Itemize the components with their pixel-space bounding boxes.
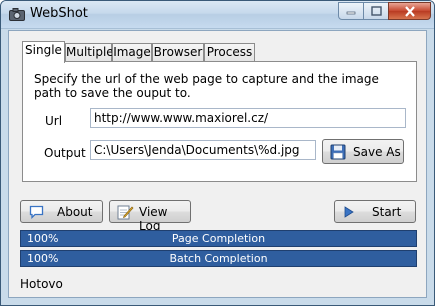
minimize-icon [346, 11, 356, 15]
close-button[interactable] [388, 2, 431, 20]
tab-label: Browser [153, 45, 203, 59]
play-icon [344, 206, 354, 218]
save-as-label: Save As [353, 145, 401, 159]
maximize-icon [370, 6, 382, 16]
camera-icon [9, 8, 25, 21]
app-window: WebShot Single Multiple Image Browser Pr… [0, 0, 435, 306]
tab-image[interactable]: Image [112, 43, 152, 62]
url-input[interactable]: http://www.www.maxiorel.cz/ [90, 108, 406, 128]
url-label: Url [45, 114, 63, 128]
output-label: Output [44, 146, 86, 160]
tab-single[interactable]: Single [22, 41, 65, 63]
tab-label: Single [25, 43, 62, 57]
start-label: Start [372, 205, 402, 219]
tab-browser[interactable]: Browser [152, 43, 204, 62]
tab-label: Process [206, 45, 253, 59]
batch-progress-caption: Batch Completion [169, 252, 268, 265]
about-label: About [57, 205, 93, 219]
output-path-input[interactable]: C:\Users\Jenda\Documents\%d.jpg [90, 140, 316, 160]
minimize-button[interactable] [338, 2, 364, 20]
view-log-button[interactable]: View Log [109, 200, 191, 233]
status-text: Hotovo [20, 277, 63, 291]
start-button[interactable]: Start [334, 200, 416, 223]
batch-completion-progress: 100% Batch Completion [20, 250, 417, 267]
page-completion-progress: 100% Page Completion [20, 230, 417, 247]
window-title: WebShot [30, 6, 88, 21]
maximize-button[interactable] [363, 2, 389, 20]
floppy-disk-icon [330, 144, 346, 160]
tab-label: Multiple [66, 45, 114, 59]
page-progress-caption: Page Completion [171, 232, 266, 245]
instructions-text: Specify the url of the web page to captu… [34, 72, 379, 100]
about-button[interactable]: About [20, 200, 103, 223]
view-log-label: View Log [139, 205, 168, 233]
edit-document-icon [117, 205, 134, 220]
close-icon [404, 5, 415, 17]
save-as-button[interactable]: Save As [322, 139, 404, 164]
title-bar[interactable]: WebShot [1, 1, 434, 29]
speech-bubble-icon [29, 205, 44, 219]
tab-process[interactable]: Process [204, 43, 255, 62]
tab-label: Image [113, 45, 151, 59]
tab-multiple[interactable]: Multiple [65, 43, 114, 62]
